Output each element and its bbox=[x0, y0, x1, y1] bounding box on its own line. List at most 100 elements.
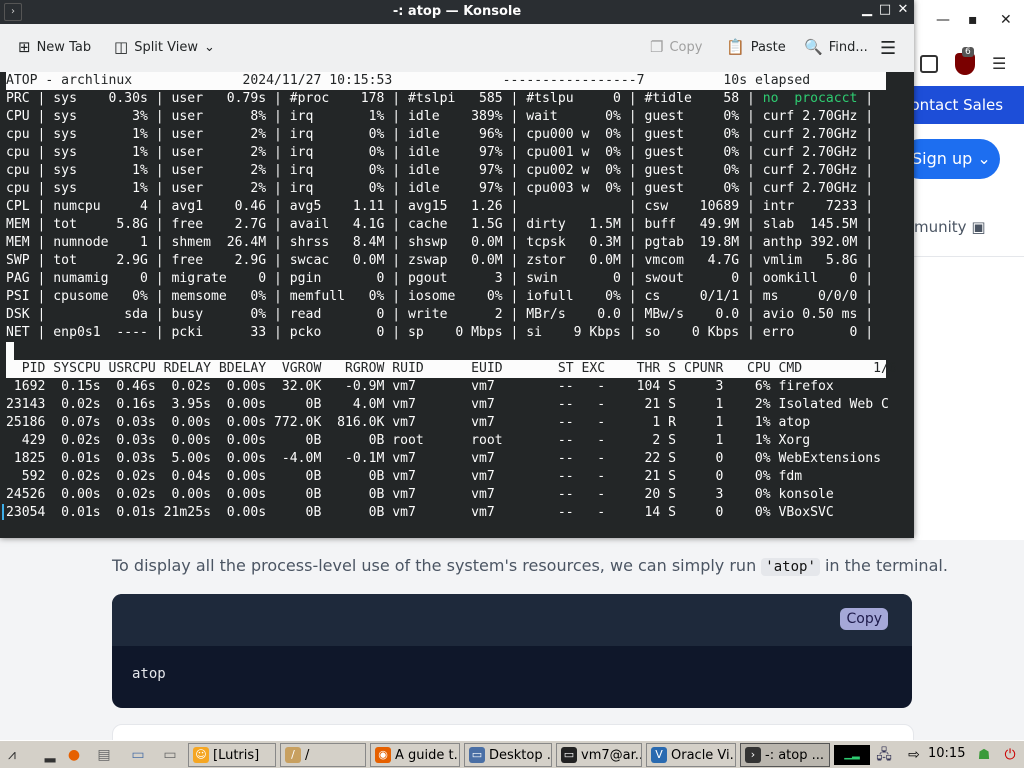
task-desktop[interactable]: ▭Desktop ... bbox=[464, 743, 552, 767]
stat-line: cpu | sys 1% | user 2% | irq 0% | idle 9… bbox=[6, 181, 874, 196]
ublock-badge: 6 bbox=[962, 47, 974, 57]
process-row: 23143 0.02s 0.16s 3.95s 0.00s 0B 4.0M vm… bbox=[6, 397, 889, 412]
community-link[interactable]: munity ▣ bbox=[914, 218, 986, 236]
stat-line: cpu | sys 1% | user 2% | irq 0% | idle 9… bbox=[6, 145, 874, 160]
close-icon[interactable]: ✕ bbox=[894, 2, 912, 17]
new-tab-label: New Tab bbox=[36, 39, 92, 55]
browser-maximize-button[interactable]: ▪ bbox=[968, 12, 978, 28]
split-view-button[interactable]: ◫ Split View ⌄ bbox=[114, 38, 215, 56]
split-view-label: Split View bbox=[134, 39, 198, 55]
workspace-1-icon[interactable]: ▭ bbox=[124, 745, 152, 765]
paste-button[interactable]: 📋 Paste bbox=[726, 38, 786, 56]
extensions-icon[interactable] bbox=[920, 55, 938, 73]
terminal-view[interactable]: ATOP - archlinux 2024/11/27 10:15:53 ---… bbox=[0, 72, 914, 538]
search-icon: 🔍 bbox=[804, 38, 823, 56]
atop-interval-bar: -----------------7 bbox=[502, 73, 645, 88]
task-label: [Lutris] bbox=[213, 747, 260, 763]
task-label: -: atop ... bbox=[765, 747, 825, 763]
task-label: Desktop ... bbox=[489, 747, 551, 763]
paragraph-text-before: To display all the process-level use of … bbox=[112, 556, 762, 575]
browser-minimize-button[interactable]: — bbox=[936, 12, 950, 28]
clock: 10:15 bbox=[928, 746, 966, 761]
task-lutris[interactable]: ☺ [Lutris] bbox=[188, 743, 276, 767]
browser-close-button[interactable]: ✕ bbox=[1000, 12, 1012, 28]
paste-label: Paste bbox=[750, 39, 786, 55]
window-title: -: atop — Konsole bbox=[392, 4, 522, 19]
find-label: Find... bbox=[828, 39, 868, 55]
task-icon: ☺ bbox=[193, 747, 209, 763]
code-content: atop bbox=[132, 666, 166, 682]
copy-icon: ❐ bbox=[650, 38, 664, 56]
divider bbox=[914, 256, 1024, 257]
task-folder[interactable]: / / bbox=[280, 743, 366, 767]
process-table-header: PID SYSCPU USRCPU RDELAY BDELAY VGROW RG… bbox=[6, 360, 897, 378]
window-titlebar[interactable]: › -: atop — Konsole ▁ □ ✕ bbox=[0, 0, 914, 24]
show-desktop-icon[interactable]: ▂ bbox=[40, 745, 60, 765]
browser-side-region bbox=[914, 0, 1024, 540]
task-virtualbox[interactable]: V Oracle Vi... bbox=[646, 743, 736, 767]
external-link-icon: ▣ bbox=[971, 218, 986, 236]
find-button[interactable]: 🔍 Find... bbox=[804, 38, 868, 56]
file-manager-launcher-icon[interactable]: ▤ bbox=[94, 745, 114, 765]
browser-menu-icon[interactable]: ☰ bbox=[992, 54, 1006, 73]
stat-line: NET | enp0s1 ---- | pcki 33 | pcko 0 | s… bbox=[6, 325, 874, 340]
maximize-icon[interactable]: □ bbox=[876, 2, 894, 17]
process-row: 429 0.02s 0.03s 0.00s 0.00s 0B 0B root r… bbox=[6, 433, 811, 448]
scroll-marker bbox=[2, 504, 4, 520]
task-label: A guide t... bbox=[395, 747, 460, 763]
stat-line: CPL | numcpu 4 | avg1 0.46 | avg5 1.11 |… bbox=[6, 199, 874, 214]
process-row: 24526 0.00s 0.02s 0.00s 0.00s 0B 0B vm7 … bbox=[6, 487, 834, 502]
stat-line: MEM | tot 5.8G | free 2.7G | avail 4.1G … bbox=[6, 217, 874, 232]
atop-datetime: 2024/11/27 10:15:53 bbox=[242, 73, 393, 88]
process-row: 23054 0.01s 0.01s 21m25s 0.00s 0B 0B vm7… bbox=[6, 505, 834, 520]
prc-line-end: | bbox=[857, 91, 874, 106]
sign-up-button[interactable]: Sign up ⌄ bbox=[900, 139, 1000, 179]
network-icon[interactable]: 🖧 bbox=[874, 745, 894, 765]
copy-button[interactable]: ❐ Copy bbox=[650, 38, 702, 56]
konsole-window: › -: atop — Konsole ▁ □ ✕ ⊞ New Tab ◫ Sp… bbox=[0, 0, 914, 538]
task-icon: ◉ bbox=[375, 747, 391, 763]
process-row: 592 0.02s 0.02s 0.04s 0.00s 0B 0B vm7 vm… bbox=[6, 469, 803, 484]
code-block: Copy atop bbox=[112, 594, 912, 708]
firefox-launcher-icon[interactable]: ● bbox=[64, 745, 84, 765]
task-terminal-vm7[interactable]: ▭ vm7@ar... bbox=[556, 743, 642, 767]
workspace-2-icon[interactable]: ▭ bbox=[156, 745, 184, 765]
session-icon[interactable]: ☗ bbox=[974, 745, 994, 765]
task-firefox[interactable]: ◉ A guide t... bbox=[370, 743, 460, 767]
screen-switch-icon[interactable]: ⇨ bbox=[904, 745, 924, 765]
prc-line-text: PRC | sys 0.30s | user 0.79s | #proc 178… bbox=[6, 91, 763, 106]
task-konsole-atop[interactable]: › -: atop ... bbox=[740, 743, 830, 767]
konsole-toolbar: ⊞ New Tab ◫ Split View ⌄ ❐ Copy 📋 Paste … bbox=[0, 24, 914, 73]
prc-line: PRC | sys 0.30s | user 0.79s | #proc 178… bbox=[6, 90, 873, 108]
contact-sales-label: Contact Sales bbox=[914, 96, 1004, 114]
power-icon[interactable]: ⏻ bbox=[1000, 745, 1020, 765]
split-view-icon: ◫ bbox=[114, 38, 129, 56]
atop-header: ATOP - archlinux 2024/11/27 10:15:53 ---… bbox=[6, 72, 886, 90]
task-icon: / bbox=[285, 747, 301, 763]
task-icon: ▭ bbox=[561, 747, 577, 763]
new-tab-icon: ⊞ bbox=[18, 38, 31, 56]
process-row: 1825 0.01s 0.03s 5.00s 0.00s -4.0M -0.1M… bbox=[6, 451, 882, 466]
terminal-cursor bbox=[6, 342, 14, 360]
stat-line: PSI | cpusome 0% | memsome 0% | memfull … bbox=[6, 289, 874, 304]
stat-line: cpu | sys 1% | user 2% | irq 0% | idle 9… bbox=[6, 127, 874, 142]
process-row: 25186 0.07s 0.03s 0.00s 0.00s 772.0K 816… bbox=[6, 415, 811, 430]
stat-line: PAG | numamig 0 | migrate 0 | pgin 0 | p… bbox=[6, 271, 874, 286]
new-tab-button[interactable]: ⊞ New Tab bbox=[18, 38, 91, 56]
minimize-icon[interactable]: ▁ bbox=[858, 2, 876, 17]
task-icon: ▭ bbox=[469, 747, 485, 763]
code-block-header: Copy bbox=[112, 594, 912, 646]
start-menu-icon[interactable]: ⩘ bbox=[2, 745, 22, 765]
stat-line: SWP | tot 2.9G | free 2.9G | swcac 0.0M … bbox=[6, 253, 874, 268]
stat-line: CPU | sys 3% | user 8% | irq 1% | idle 3… bbox=[6, 109, 874, 124]
taskbar: ⩘ ▂ ● ▤ ▭ ▭ ☺ [Lutris] / / ◉ A guide t... ▭ Des… bbox=[0, 740, 1024, 768]
contact-sales-button[interactable]: Contact Sales bbox=[914, 86, 1024, 124]
task-label: Oracle Vi... bbox=[671, 747, 736, 763]
inline-code: 'atop' bbox=[761, 558, 820, 576]
atop-elapsed: 10s elapsed bbox=[723, 73, 811, 88]
copy-label: Copy bbox=[669, 39, 703, 55]
stat-line: cpu | sys 1% | user 2% | irq 0% | idle 9… bbox=[6, 163, 874, 178]
code-copy-button[interactable]: Copy bbox=[840, 608, 888, 630]
task-icon: › bbox=[745, 747, 761, 763]
hamburger-menu-icon[interactable]: ☰ bbox=[880, 38, 896, 59]
